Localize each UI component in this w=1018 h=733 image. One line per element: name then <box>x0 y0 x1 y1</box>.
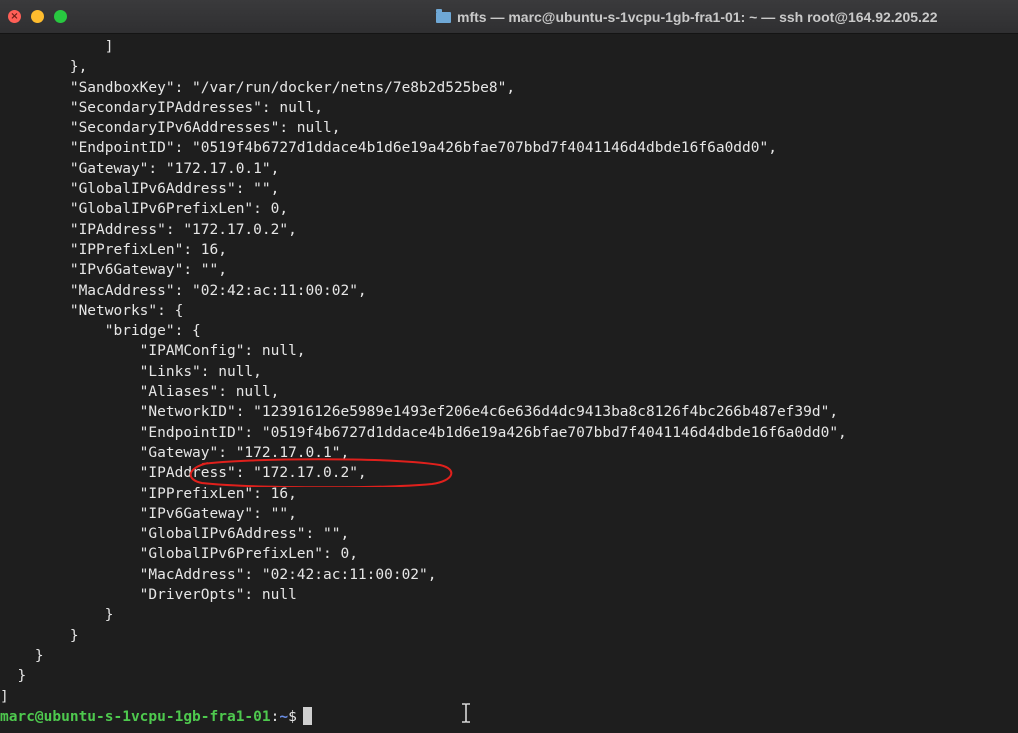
terminal-line: "IPPrefixLen": 16, <box>0 241 227 258</box>
text-cursor-icon <box>462 703 470 723</box>
terminal-window: × mfts — marc@ubuntu-s-1vcpu-1gb-fra1-01… <box>0 0 1018 733</box>
terminal-line: "IPAddress": "172.17.0.2", <box>0 221 297 238</box>
shell-prompt[interactable]: marc@ubuntu-s-1vcpu-1gb-fra1-01:~$ <box>0 706 1018 727</box>
terminal-output[interactable]: ] }, "SandboxKey": "/var/run/docker/netn… <box>0 37 1018 727</box>
terminal-line: "EndpointID": "0519f4b6727d1ddace4b1d6e1… <box>0 424 847 441</box>
terminal-line: "Links": null, <box>0 363 262 380</box>
terminal-line: } <box>0 647 44 664</box>
terminal-line: "GlobalIPv6PrefixLen": 0, <box>0 201 289 218</box>
terminal-line: "MacAddress": "02:42:ac:11:00:02", <box>0 282 367 299</box>
terminal-line: "IPPrefixLen": 16, <box>0 485 297 502</box>
zoom-button[interactable] <box>54 10 67 23</box>
terminal-line: "IPAddress": "172.17.0.2", <box>0 465 367 482</box>
terminal-line: "IPv6Gateway": "", <box>0 262 227 279</box>
terminal-line: "DriverOpts": null <box>0 587 297 604</box>
minimize-button[interactable] <box>31 10 44 23</box>
terminal-line: "GlobalIPv6PrefixLen": 0, <box>0 546 358 563</box>
terminal-line: "bridge": { <box>0 323 201 340</box>
terminal-line: "SecondaryIPAddresses": null, <box>0 99 324 116</box>
terminal-line: ] <box>0 688 9 705</box>
terminal-line: "IPAMConfig": null, <box>0 343 306 360</box>
terminal-line: "GlobalIPv6Address": "", <box>0 181 280 198</box>
folder-icon <box>436 9 451 23</box>
terminal-line: } <box>0 607 114 624</box>
terminal-line: ] <box>0 39 114 55</box>
terminal-line: "GlobalIPv6Address": "", <box>0 526 350 543</box>
prompt-symbol: $ <box>288 708 297 725</box>
prompt-user-host: marc@ubuntu-s-1vcpu-1gb-fra1-01 <box>0 708 271 725</box>
terminal-line: "Networks": { <box>0 302 184 319</box>
prompt-path: ~ <box>279 708 289 725</box>
terminal-line: "EndpointID": "0519f4b6727d1ddace4b1d6e1… <box>0 140 777 157</box>
terminal-line: } <box>0 668 27 685</box>
close-button[interactable]: × <box>8 10 21 23</box>
terminal-line: "SecondaryIPv6Addresses": null, <box>0 120 341 137</box>
terminal-line: "MacAddress": "02:42:ac:11:00:02", <box>0 566 437 583</box>
window-title: mfts — marc@ubuntu-s-1vcpu-1gb-fra1-01: … <box>436 0 938 34</box>
close-icon: × <box>10 11 19 22</box>
block-cursor <box>302 706 312 725</box>
window-title-text: mfts — marc@ubuntu-s-1vcpu-1gb-fra1-01: … <box>457 9 938 25</box>
terminal-line: }, <box>0 59 88 76</box>
terminal-line: "IPv6Gateway": "", <box>0 505 297 522</box>
terminal-line: "Aliases": null, <box>0 384 280 401</box>
terminal-line: "Gateway": "172.17.0.1", <box>0 444 350 461</box>
terminal-line: "NetworkID": "123916126e5989e1493ef206e4… <box>0 404 839 421</box>
terminal-line: "SandboxKey": "/var/run/docker/netns/7e8… <box>0 79 516 96</box>
terminal-line: "Gateway": "172.17.0.1", <box>0 160 280 177</box>
terminal-line: } <box>0 627 79 644</box>
title-bar[interactable]: × mfts — marc@ubuntu-s-1vcpu-1gb-fra1-01… <box>0 0 1018 34</box>
